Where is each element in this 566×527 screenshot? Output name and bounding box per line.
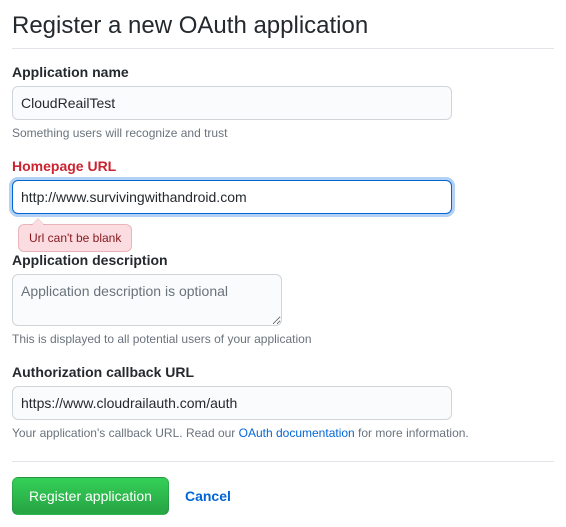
description-group: Application description This is displaye… <box>12 252 554 349</box>
callback-url-label: Authorization callback URL <box>12 364 554 380</box>
cancel-button[interactable]: Cancel <box>185 488 231 504</box>
homepage-url-input[interactable] <box>12 180 452 214</box>
callback-url-note: Your application's callback URL. Read ou… <box>12 426 554 443</box>
app-name-label: Application name <box>12 64 554 80</box>
callback-url-group: Authorization callback URL Your applicat… <box>12 364 554 462</box>
callback-note-suffix: for more information. <box>355 426 469 440</box>
description-label: Application description <box>12 252 554 268</box>
homepage-url-label: Homepage URL <box>12 158 554 174</box>
description-note: This is displayed to all potential users… <box>12 332 554 349</box>
homepage-url-group: Homepage URL Url can't be blank <box>12 158 554 237</box>
register-application-button[interactable]: Register application <box>12 477 169 515</box>
description-textarea[interactable] <box>12 274 282 326</box>
app-name-group: Application name Something users will re… <box>12 64 554 143</box>
app-name-input[interactable] <box>12 86 452 120</box>
callback-note-prefix: Your application's callback URL. Read ou… <box>12 426 239 440</box>
oauth-documentation-link[interactable]: OAuth documentation <box>239 426 355 440</box>
app-name-note: Something users will recognize and trust <box>12 126 554 143</box>
page-title: Register a new OAuth application <box>12 12 554 49</box>
callback-url-input[interactable] <box>12 386 452 420</box>
homepage-url-error-tooltip: Url can't be blank <box>18 224 132 252</box>
form-actions: Register application Cancel <box>12 477 554 515</box>
